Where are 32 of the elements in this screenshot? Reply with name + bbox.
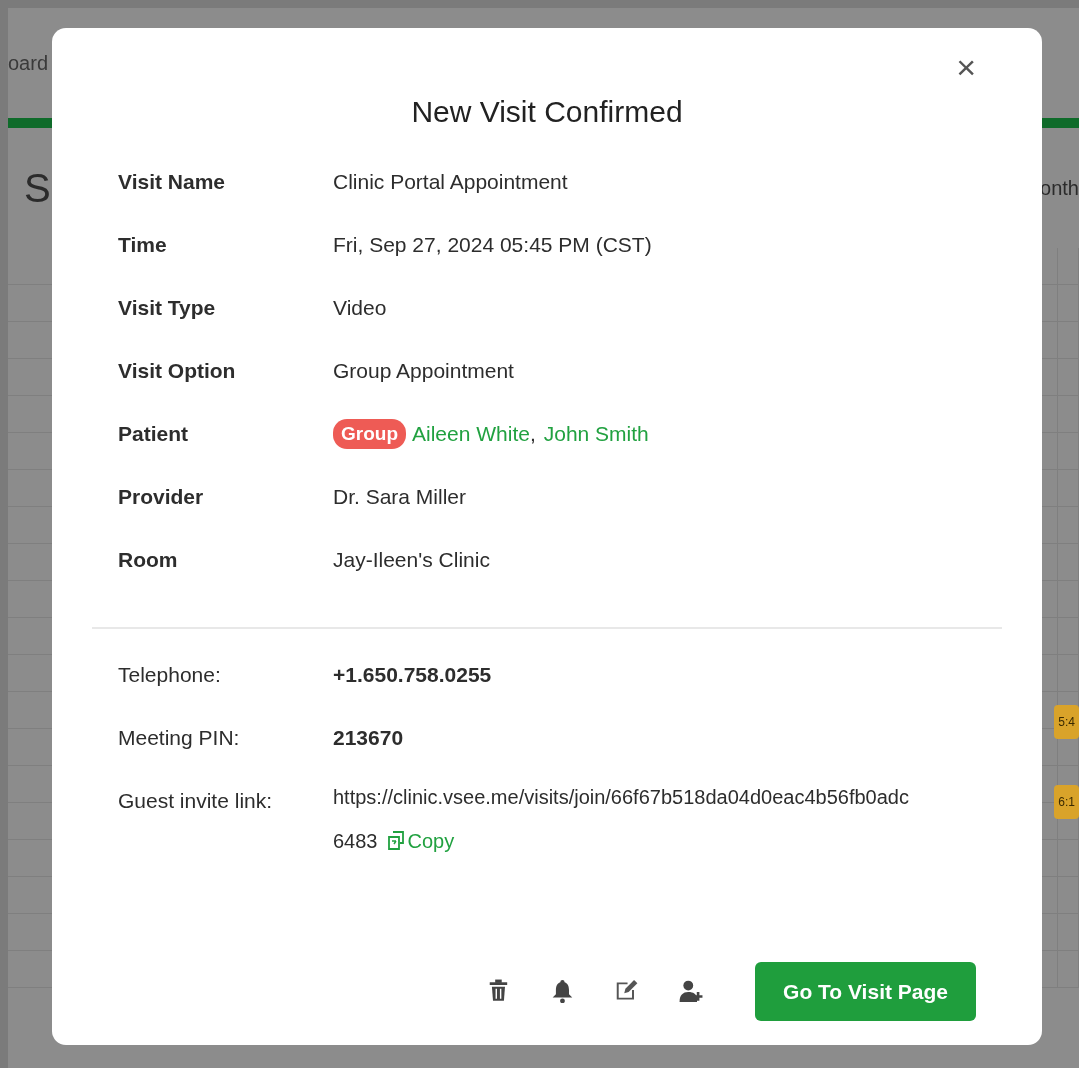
go-to-visit-button[interactable]: Go To Visit Page — [755, 961, 976, 1021]
field-value: 213670 — [333, 725, 404, 751]
field-value: Clinic Portal Appointment — [333, 169, 568, 195]
event-chip[interactable]: 6:1 — [1054, 785, 1079, 819]
field-value: Fri, Sep 27, 2024 05:45 PM (CST) — [333, 232, 652, 258]
field-label: Visit Type — [118, 295, 217, 321]
nav-tab[interactable]: oard — [8, 48, 49, 78]
field-label: Room — [118, 547, 179, 573]
field-label: Provider — [118, 484, 205, 510]
event-chip[interactable]: 5:4 — [1054, 705, 1079, 739]
group-badge: Group — [333, 418, 406, 449]
copy-link[interactable]: Copy — [385, 830, 455, 852]
field-value: Jay-Ileen's Clinic — [333, 547, 490, 573]
field-label: Patient — [118, 421, 189, 447]
field-label: Telephone: — [118, 662, 222, 688]
field-label: Visit Name — [118, 169, 226, 195]
field-label: Time — [118, 232, 168, 258]
invite-link-text: https://clinic.vsee.me/visits/join/66f67b518da04d0eac4b56fb0adc6483 Copy — [333, 785, 910, 854]
view-button[interactable]: onth — [1040, 173, 1079, 203]
patient-link[interactable]: John Smith — [543, 418, 649, 450]
field-value: Dr. Sara Miller — [333, 484, 467, 510]
field-label: Visit Option — [118, 358, 237, 384]
page-heading: S — [23, 165, 51, 212]
field-value: Group Appointment — [333, 358, 514, 384]
modal-title: New Visit Confirmed — [410, 94, 684, 130]
separator-text: , — [529, 421, 536, 447]
field-label: Guest invite link: — [118, 788, 274, 814]
patient-link[interactable]: Aileen White — [412, 418, 530, 450]
field-value: +1.650.758.0255 — [333, 662, 492, 688]
field-label: Meeting PIN: — [118, 725, 241, 751]
close-button[interactable]: × — [952, 50, 980, 84]
field-value: Video — [333, 295, 387, 321]
